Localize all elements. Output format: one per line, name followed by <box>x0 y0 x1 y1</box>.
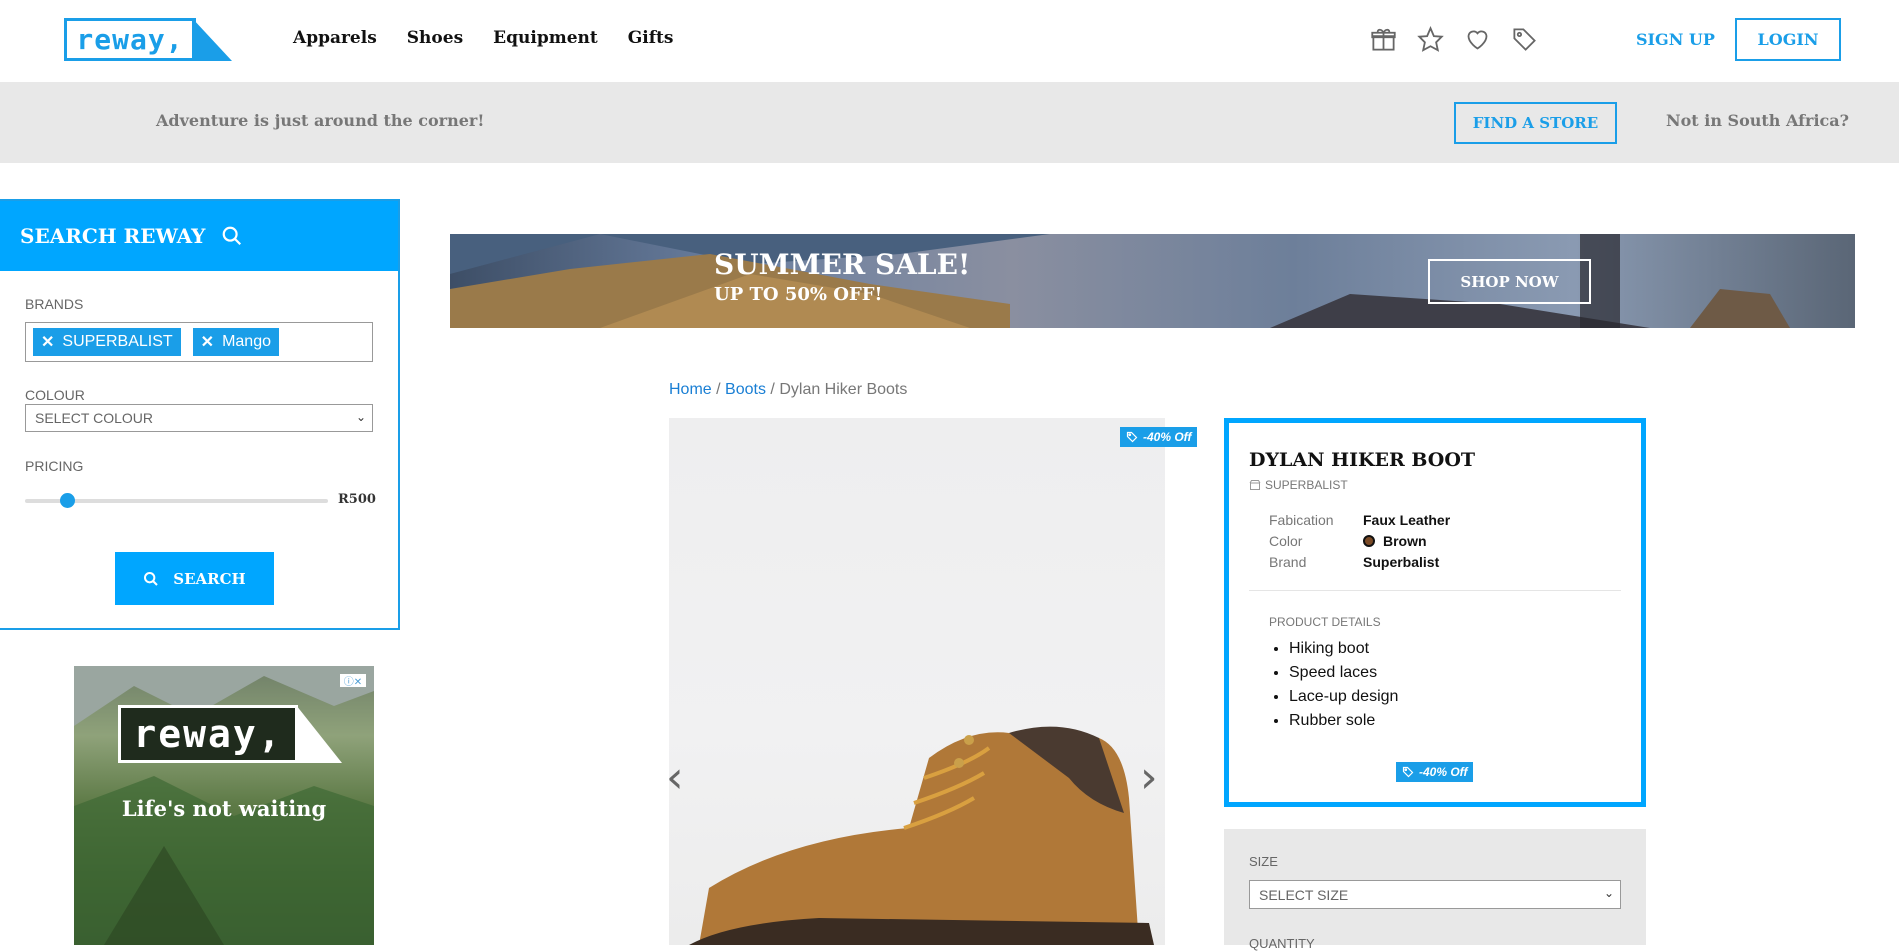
breadcrumb-separator: / <box>716 381 721 398</box>
discount-badge: -40% Off <box>1396 762 1474 782</box>
brand-chip-label: Mango <box>222 333 271 350</box>
tag-icon[interactable] <box>1511 26 1538 53</box>
search-icon <box>223 226 242 246</box>
spec-value-text: Faux Leather <box>1363 512 1451 528</box>
image-next-arrow[interactable]: › <box>1140 752 1158 803</box>
brand-chip-label: SUPERBALIST <box>62 333 173 350</box>
colour-label: COLOUR <box>25 387 85 403</box>
advertisement[interactable]: ⓘ✕ reway, Life's not waiting <box>74 666 374 945</box>
search-panel-title: SEARCH REWAY <box>20 224 206 248</box>
gift-icon[interactable] <box>1370 26 1397 53</box>
list-item: Speed laces <box>1289 664 1398 682</box>
discount-badge: -40% Off <box>1120 427 1198 447</box>
price-value: R500 <box>338 492 376 507</box>
chevron-down-icon: ⌄ <box>355 410 366 424</box>
product-details-label: PRODUCT DETAILS <box>1269 615 1381 629</box>
purchase-options: SIZE SELECT SIZE ⌄ QUANTITY <box>1224 829 1646 951</box>
nav-equipment[interactable]: Equipment <box>493 28 598 48</box>
chevron-down-icon: ⌄ <box>1603 886 1614 900</box>
promo-strip: Adventure is just around the corner! FIN… <box>0 82 1899 163</box>
main-nav: Apparels Shoes Equipment Gifts <box>293 28 673 48</box>
banner-subtitle: UP TO 50% OFF! <box>714 284 883 305</box>
product-details-list: Hiking boot Speed laces Lace-up design R… <box>1289 640 1398 736</box>
colour-select-value: SELECT COLOUR <box>35 410 153 426</box>
breadcrumb-separator: / <box>770 381 775 398</box>
size-label: SIZE <box>1249 854 1278 869</box>
header-icons <box>1370 25 1538 53</box>
logo-text: reway, <box>64 18 196 61</box>
breadcrumb-boots[interactable]: Boots <box>725 381 766 398</box>
banner-mountain-image <box>450 234 1790 328</box>
list-item: Rubber sole <box>1289 712 1398 730</box>
tag-icon <box>1402 766 1414 778</box>
search-panel: SEARCH REWAY BRANDS ✕ SUPERBALIST ✕ Mango … <box>0 199 400 630</box>
region-link[interactable]: Not in South Africa? <box>1666 111 1849 130</box>
image-prev-arrow[interactable]: ‹ <box>666 752 684 803</box>
discount-label: -40% Off <box>1419 765 1468 779</box>
spec-value-text: Brown <box>1383 533 1427 549</box>
banner-title: SUMMER SALE! <box>714 248 971 281</box>
boot-image <box>689 726 1154 945</box>
ad-logo-triangle <box>296 705 342 763</box>
color-swatch <box>1363 535 1375 547</box>
pricing-label: PRICING <box>25 458 84 474</box>
brand-chip[interactable]: ✕ Mango <box>192 328 279 356</box>
list-item: Hiking boot <box>1289 640 1398 658</box>
spec-label: Color <box>1269 533 1303 549</box>
search-icon <box>144 571 158 586</box>
site-logo[interactable]: reway, <box>64 18 232 61</box>
breadcrumb-home[interactable]: Home <box>669 381 712 398</box>
product-info-card: DYLAN HIKER BOOT SUPERBALIST Fabication … <box>1224 418 1646 807</box>
ad-close-icon[interactable]: ⓘ✕ <box>340 674 366 688</box>
spec-value-text: Superbalist <box>1363 554 1440 570</box>
store-icon <box>1249 480 1261 490</box>
ad-text: Life's not waiting <box>121 796 327 821</box>
spec-label: Fabication <box>1269 512 1334 528</box>
nav-gifts[interactable]: Gifts <box>628 28 674 48</box>
price-slider-handle[interactable] <box>59 493 75 508</box>
signup-link[interactable]: SIGN UP <box>1636 30 1715 49</box>
close-icon[interactable]: ✕ <box>41 332 54 352</box>
summer-sale-banner[interactable]: SUMMER SALE! UP TO 50% OFF! SHOP NOW <box>450 234 1855 328</box>
find-store-button[interactable]: FIND A STORE <box>1454 102 1617 144</box>
site-header: reway, Apparels Shoes Equipment Gifts SI… <box>0 0 1899 82</box>
size-select[interactable]: SELECT SIZE ⌄ <box>1249 880 1621 909</box>
product-name: DYLAN HIKER BOOT <box>1249 449 1476 471</box>
brand-chip[interactable]: ✕ SUPERBALIST <box>33 328 181 356</box>
shop-now-button[interactable]: SHOP NOW <box>1428 259 1591 304</box>
nav-apparels[interactable]: Apparels <box>293 28 377 48</box>
search-button-label: SEARCH <box>173 569 246 588</box>
brands-input[interactable]: ✕ SUPERBALIST ✕ Mango <box>25 322 373 362</box>
product-brand: SUPERBALIST <box>1249 478 1348 492</box>
spec-label: Brand <box>1269 554 1307 570</box>
brands-label: BRANDS <box>25 296 84 312</box>
tag-icon <box>1126 431 1138 443</box>
heart-icon[interactable] <box>1464 26 1491 53</box>
colour-select[interactable]: SELECT COLOUR ⌄ <box>25 404 373 432</box>
star-icon[interactable] <box>1417 25 1444 53</box>
quantity-label: QUANTITY <box>1249 936 1315 951</box>
breadcrumb: Home / Boots / Dylan Hiker Boots <box>669 381 907 399</box>
close-icon[interactable]: ✕ <box>201 332 214 352</box>
tagline: Adventure is just around the corner! <box>156 111 485 130</box>
search-button[interactable]: SEARCH <box>115 552 274 605</box>
product-image[interactable] <box>669 418 1165 945</box>
spec-value: Brown <box>1363 533 1427 549</box>
list-item: Lace-up design <box>1289 688 1398 706</box>
logo-triangle <box>192 18 232 61</box>
discount-label: -40% Off <box>1143 430 1192 444</box>
spec-value: Faux Leather <box>1363 512 1450 528</box>
size-select-value: SELECT SIZE <box>1259 886 1349 903</box>
login-button[interactable]: LOGIN <box>1735 18 1841 61</box>
breadcrumb-current: Dylan Hiker Boots <box>779 381 908 398</box>
search-panel-header: SEARCH REWAY <box>0 201 398 271</box>
divider <box>1249 590 1621 591</box>
nav-shoes[interactable]: Shoes <box>407 28 463 48</box>
product-brand-label: SUPERBALIST <box>1265 478 1348 492</box>
ad-logo-text: reway, <box>118 705 298 763</box>
spec-value: Superbalist <box>1363 554 1439 570</box>
